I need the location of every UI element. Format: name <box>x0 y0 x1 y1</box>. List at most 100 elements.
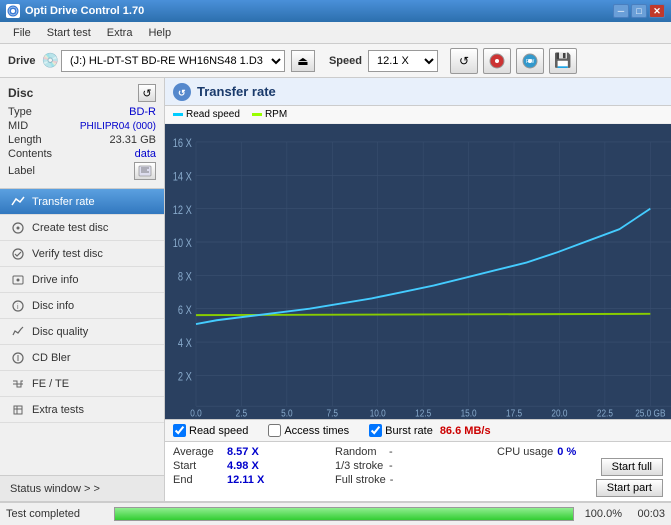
app-icon <box>6 4 20 18</box>
disc-refresh-button[interactable]: ↺ <box>138 84 156 102</box>
svg-text:↺: ↺ <box>178 88 186 98</box>
stats-area: Average 8.57 X Start 4.98 X End 12.11 X … <box>165 442 671 501</box>
rpm-color <box>252 113 262 116</box>
nav-drive-info[interactable]: Drive info <box>0 267 164 293</box>
disc-title: Disc <box>8 86 33 100</box>
legend-read-speed: Read speed <box>173 109 240 120</box>
disc-mid-row: MID PHILIPR04 (000) <box>8 120 156 132</box>
progress-percent: 100.0% <box>582 508 622 520</box>
nav-extra-tests[interactable]: Extra tests <box>0 397 164 423</box>
disc-section: Disc ↺ Type BD-R MID PHILIPR04 (000) Len… <box>0 78 164 189</box>
stat-end-row: End 12.11 X <box>173 474 333 486</box>
stat-full-stroke-row: Full stroke - <box>335 474 495 486</box>
stat-start-row: Start 4.98 X <box>173 460 333 472</box>
svg-text:16 X: 16 X <box>173 138 192 150</box>
menu-start-test[interactable]: Start test <box>39 25 99 41</box>
nav-fe-te[interactable]: FE / TE <box>0 371 164 397</box>
svg-text:22.5: 22.5 <box>597 408 613 419</box>
svg-text:25.0 GB: 25.0 GB <box>635 408 665 419</box>
svg-text:12.5: 12.5 <box>415 408 431 419</box>
svg-text:12 X: 12 X <box>173 205 192 217</box>
stat-random-row: Random - <box>335 446 495 458</box>
titlebar-left: Opti Drive Control 1.70 <box>6 4 144 18</box>
status-text: Test completed <box>6 508 106 520</box>
transfer-rate-icon <box>10 194 26 210</box>
nav-transfer-rate[interactable]: Transfer rate <box>0 189 164 215</box>
svg-text:5.0: 5.0 <box>281 408 292 419</box>
nav-verify-test-disc[interactable]: Verify test disc <box>0 241 164 267</box>
disc-type-row: Type BD-R <box>8 106 156 118</box>
stat-average-row: Average 8.57 X <box>173 446 333 458</box>
read-speed-checkbox[interactable] <box>173 424 186 437</box>
verify-test-disc-icon <box>10 246 26 262</box>
content-area: ↺ Transfer rate Read speed RPM <box>165 78 671 501</box>
rw-button[interactable]: RW <box>516 48 544 74</box>
progress-bar-container <box>114 507 574 521</box>
start-full-button[interactable]: Start full <box>601 458 663 476</box>
main-area: Disc ↺ Type BD-R MID PHILIPR04 (000) Len… <box>0 78 671 501</box>
titlebar-controls: ─ □ ✕ <box>613 4 665 18</box>
time-display: 00:03 <box>630 508 665 520</box>
menu-extra[interactable]: Extra <box>99 25 141 41</box>
chart-svg: 16 X 14 X 12 X 10 X 8 X 6 X 4 X 2 X 0.0 … <box>165 124 671 419</box>
extra-tests-icon <box>10 402 26 418</box>
chart-header: ↺ Transfer rate <box>165 78 671 106</box>
menu-file[interactable]: File <box>5 25 39 41</box>
burst-rate-checkbox[interactable] <box>369 424 382 437</box>
speed-refresh-button[interactable]: ↺ <box>450 48 478 74</box>
create-test-disc-icon <box>10 220 26 236</box>
save-button[interactable]: 💾 <box>549 48 577 74</box>
svg-text:2.5: 2.5 <box>236 408 247 419</box>
chart-area: 16 X 14 X 12 X 10 X 8 X 6 X 4 X 2 X 0.0 … <box>165 124 671 419</box>
chart-legend: Read speed RPM <box>165 106 671 124</box>
minimize-button[interactable]: ─ <box>613 4 629 18</box>
checkboxes-bar: Read speed Access times Burst rate 86.6 … <box>165 419 671 442</box>
fe-te-icon <box>10 376 26 392</box>
menubar: File Start test Extra Help <box>0 22 671 44</box>
read-speed-color <box>173 113 183 116</box>
close-button[interactable]: ✕ <box>649 4 665 18</box>
svg-text:15.0: 15.0 <box>461 408 477 419</box>
nav-cd-bler[interactable]: CD Bler <box>0 345 164 371</box>
drivebar: Drive 💿 (J:) HL-DT-ST BD-RE WH16NS48 1.D… <box>0 44 671 78</box>
stats-col-1: Average 8.57 X Start 4.98 X End 12.11 X <box>173 446 333 497</box>
titlebar: Opti Drive Control 1.70 ─ □ ✕ <box>0 0 671 22</box>
svg-text:10.0: 10.0 <box>370 408 386 419</box>
svg-text:14 X: 14 X <box>173 172 192 184</box>
menu-help[interactable]: Help <box>140 25 179 41</box>
svg-text:20.0: 20.0 <box>551 408 567 419</box>
label-icon-button[interactable] <box>134 162 156 180</box>
stats-col-3: CPU usage 0 % Start full Start part <box>497 446 663 497</box>
cd-bler-icon <box>10 350 26 366</box>
chart-title: Transfer rate <box>197 84 276 99</box>
drive-select[interactable]: (J:) HL-DT-ST BD-RE WH16NS48 1.D3 <box>61 50 285 72</box>
nav-disc-quality[interactable]: Disc quality <box>0 319 164 345</box>
speed-select[interactable]: 12.1 X <box>368 50 438 72</box>
start-part-button[interactable]: Start part <box>596 479 663 497</box>
svg-text:0.0: 0.0 <box>190 408 201 419</box>
svg-text:10 X: 10 X <box>173 238 192 250</box>
chart-icon: ↺ <box>173 83 191 101</box>
svg-text:8 X: 8 X <box>178 272 192 284</box>
nav-create-test-disc[interactable]: Create test disc <box>0 215 164 241</box>
svg-text:4 X: 4 X <box>178 338 192 350</box>
disc-header: Disc ↺ <box>8 84 156 102</box>
nav-disc-info[interactable]: i Disc info <box>0 293 164 319</box>
disc-label-row: Label <box>8 162 156 180</box>
eject-button[interactable]: ⏏ <box>291 50 315 72</box>
access-times-checkbox[interactable] <box>268 424 281 437</box>
disc-quality-icon <box>10 324 26 340</box>
svg-text:i: i <box>17 304 19 311</box>
disc-contents-row: Contents data <box>8 148 156 160</box>
disc-color-button[interactable] <box>483 48 511 74</box>
sidebar: Disc ↺ Type BD-R MID PHILIPR04 (000) Len… <box>0 78 165 501</box>
drive-info-icon <box>10 272 26 288</box>
status-window-button[interactable]: Status window > > <box>0 475 164 501</box>
svg-text:2 X: 2 X <box>178 372 192 384</box>
disc-length-row: Length 23.31 GB <box>8 134 156 146</box>
drive-label: Drive <box>8 55 36 67</box>
disc-info-icon: i <box>10 298 26 314</box>
legend-rpm: RPM <box>252 109 287 120</box>
maximize-button[interactable]: □ <box>631 4 647 18</box>
stats-col-2: Random - 1/3 stroke - Full stroke - <box>335 446 495 497</box>
